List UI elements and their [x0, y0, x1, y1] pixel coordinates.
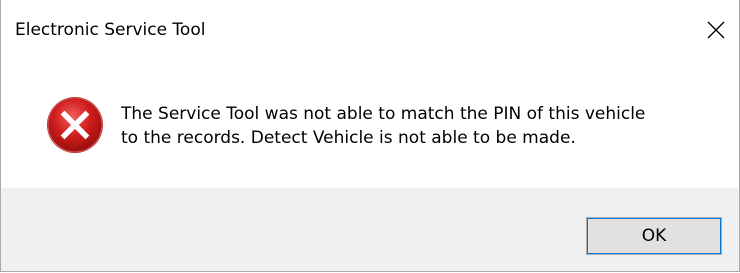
close-button[interactable]: [693, 8, 739, 52]
ok-button[interactable]: OK: [586, 217, 722, 255]
close-icon: [707, 21, 725, 39]
dialog-content: The Service Tool was not able to match t…: [1, 62, 739, 188]
dialog-footer: OK: [1, 188, 739, 271]
title-bar[interactable]: Electronic Service Tool: [1, 0, 739, 62]
error-icon: [47, 97, 103, 153]
error-message-line-2: to the records. Detect Vehicle is not ab…: [121, 128, 576, 148]
dialog-title: Electronic Service Tool: [15, 20, 206, 40]
error-dialog: Electronic Service Tool The Service Tool…: [0, 0, 740, 272]
error-message: The Service Tool was not able to match t…: [121, 102, 721, 150]
error-message-line-1: The Service Tool was not able to match t…: [121, 104, 646, 124]
